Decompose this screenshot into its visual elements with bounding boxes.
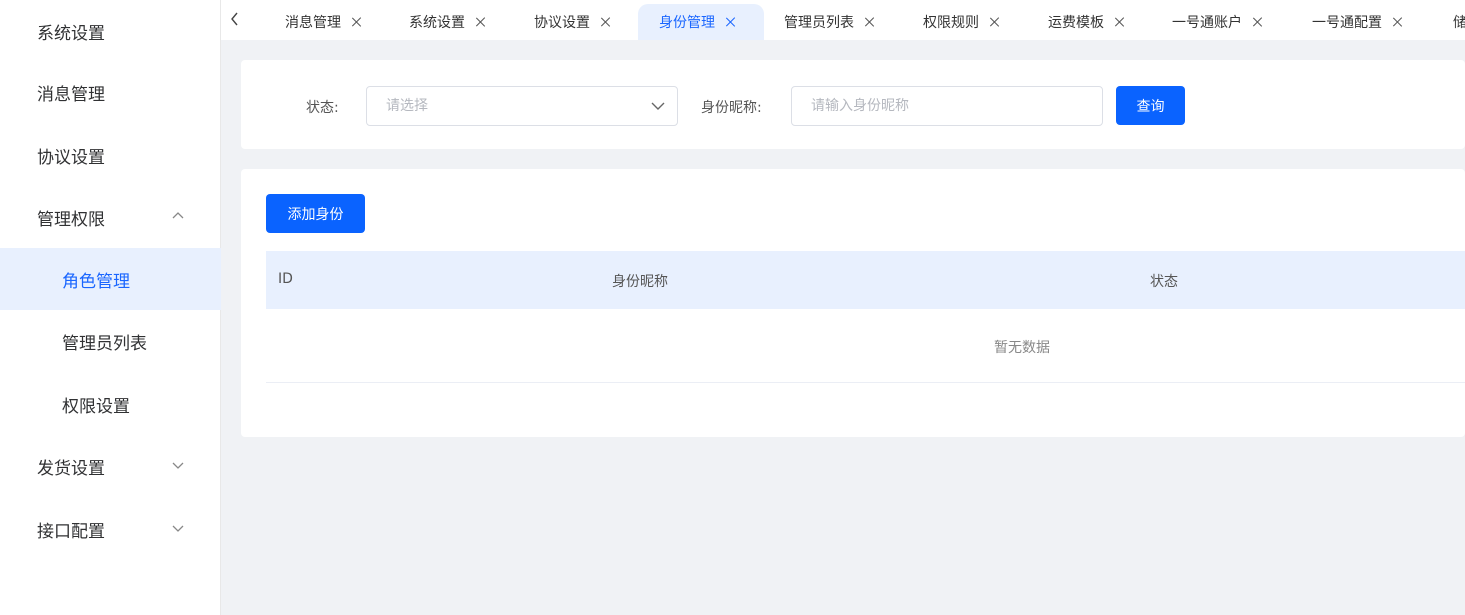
status-select[interactable]: 请选择 [366, 86, 678, 126]
close-icon[interactable] [1393, 17, 1403, 27]
app: 系统设置 消息管理 协议设置 管理权限 角色管理 管理员列表 权限设置 发货设置 [0, 0, 1465, 615]
sidebar-item-system-settings[interactable]: 系统设置 [0, 0, 221, 62]
status-select-placeholder: 请选择 [386, 98, 428, 114]
close-icon[interactable] [726, 17, 736, 27]
chevron-down-icon [172, 525, 184, 532]
sidebar-item-protocol-settings[interactable]: 协议设置 [0, 124, 221, 186]
tab-label: 协议设置 [534, 15, 590, 31]
sidebar-item-admin-permissions[interactable]: 管理权限 [0, 186, 221, 248]
tab-label: 权限规则 [923, 15, 979, 31]
tab-yihaotong-config[interactable]: 一号通配置 [1312, 4, 1403, 40]
nickname-input[interactable] [791, 86, 1103, 126]
empty-data-text: 暂无数据 [994, 340, 1050, 356]
column-header-status: 状态 [1150, 274, 1178, 290]
sidebar-item-label: 管理员列表 [62, 333, 147, 354]
close-icon[interactable] [1253, 17, 1263, 27]
tab-shipping-template[interactable]: 运费模板 [1048, 4, 1125, 40]
tab-label: 运费模板 [1048, 15, 1104, 31]
tab-yihaotong-account[interactable]: 一号通账户 [1172, 4, 1263, 40]
chevron-left-icon[interactable] [227, 10, 243, 28]
close-icon[interactable] [865, 17, 875, 27]
tab-admin-list[interactable]: 管理员列表 [784, 4, 875, 40]
nickname-label: 身份昵称: [701, 100, 762, 116]
sidebar: 系统设置 消息管理 协议设置 管理权限 角色管理 管理员列表 权限设置 发货设置 [0, 0, 221, 615]
sidebar-item-label: 消息管理 [37, 84, 105, 105]
tab-label: 一号通配置 [1312, 15, 1382, 31]
tab-storage[interactable]: 储 [1453, 4, 1465, 40]
tabs-bar: 消息管理 系统设置 协议设置 身份管理 管理员列表 权限规则 运费模板 一号通账… [221, 0, 1465, 40]
sidebar-item-label: 发货设置 [37, 458, 105, 479]
tab-message-management[interactable]: 消息管理 [285, 4, 362, 40]
chevron-down-icon [651, 102, 665, 110]
sidebar-item-shipping-settings[interactable]: 发货设置 [0, 435, 221, 497]
close-icon[interactable] [1115, 17, 1125, 27]
column-header-nickname: 身份昵称 [612, 274, 668, 290]
sidebar-item-api-config[interactable]: 接口配置 [0, 498, 221, 560]
add-identity-button[interactable]: 添加身份 [266, 194, 365, 233]
tab-label: 储 [1453, 15, 1465, 31]
table-empty-row: 暂无数据 [266, 309, 1465, 383]
chevron-up-icon [172, 212, 184, 219]
sidebar-item-label: 协议设置 [37, 147, 105, 168]
query-button[interactable]: 查询 [1116, 86, 1185, 125]
column-header-id: ID [278, 271, 293, 287]
close-icon[interactable] [990, 17, 1000, 27]
table-panel: 添加身份 ID 身份昵称 状态 暂无数据 [241, 169, 1465, 437]
close-icon[interactable] [601, 17, 611, 27]
sidebar-item-label: 接口配置 [37, 521, 105, 542]
tab-system-settings[interactable]: 系统设置 [409, 4, 486, 40]
tab-label: 一号通账户 [1172, 15, 1242, 31]
status-label: 状态: [306, 100, 339, 116]
sidebar-item-label: 管理权限 [37, 209, 105, 230]
sidebar-item-permission-settings[interactable]: 权限设置 [0, 373, 221, 435]
close-icon[interactable] [352, 17, 362, 27]
sidebar-item-label: 权限设置 [62, 396, 130, 417]
tab-protocol-settings[interactable]: 协议设置 [534, 4, 611, 40]
tab-label: 管理员列表 [784, 15, 854, 31]
sidebar-item-admin-list[interactable]: 管理员列表 [0, 310, 221, 372]
tab-label: 身份管理 [659, 15, 715, 31]
sidebar-item-label: 系统设置 [37, 23, 105, 44]
tab-label: 系统设置 [409, 15, 465, 31]
close-icon[interactable] [476, 17, 486, 27]
table-header: ID 身份昵称 状态 [266, 251, 1465, 309]
sidebar-item-label: 角色管理 [62, 271, 130, 292]
tab-permission-rules[interactable]: 权限规则 [923, 4, 1000, 40]
sidebar-item-role-management[interactable]: 角色管理 [0, 248, 221, 310]
sidebar-item-message-management[interactable]: 消息管理 [0, 61, 221, 123]
chevron-down-icon [172, 462, 184, 469]
tab-label: 消息管理 [285, 15, 341, 31]
filter-panel: 状态: 请选择 身份昵称: 查询 [241, 60, 1465, 149]
tab-identity-management[interactable]: 身份管理 [638, 4, 764, 40]
